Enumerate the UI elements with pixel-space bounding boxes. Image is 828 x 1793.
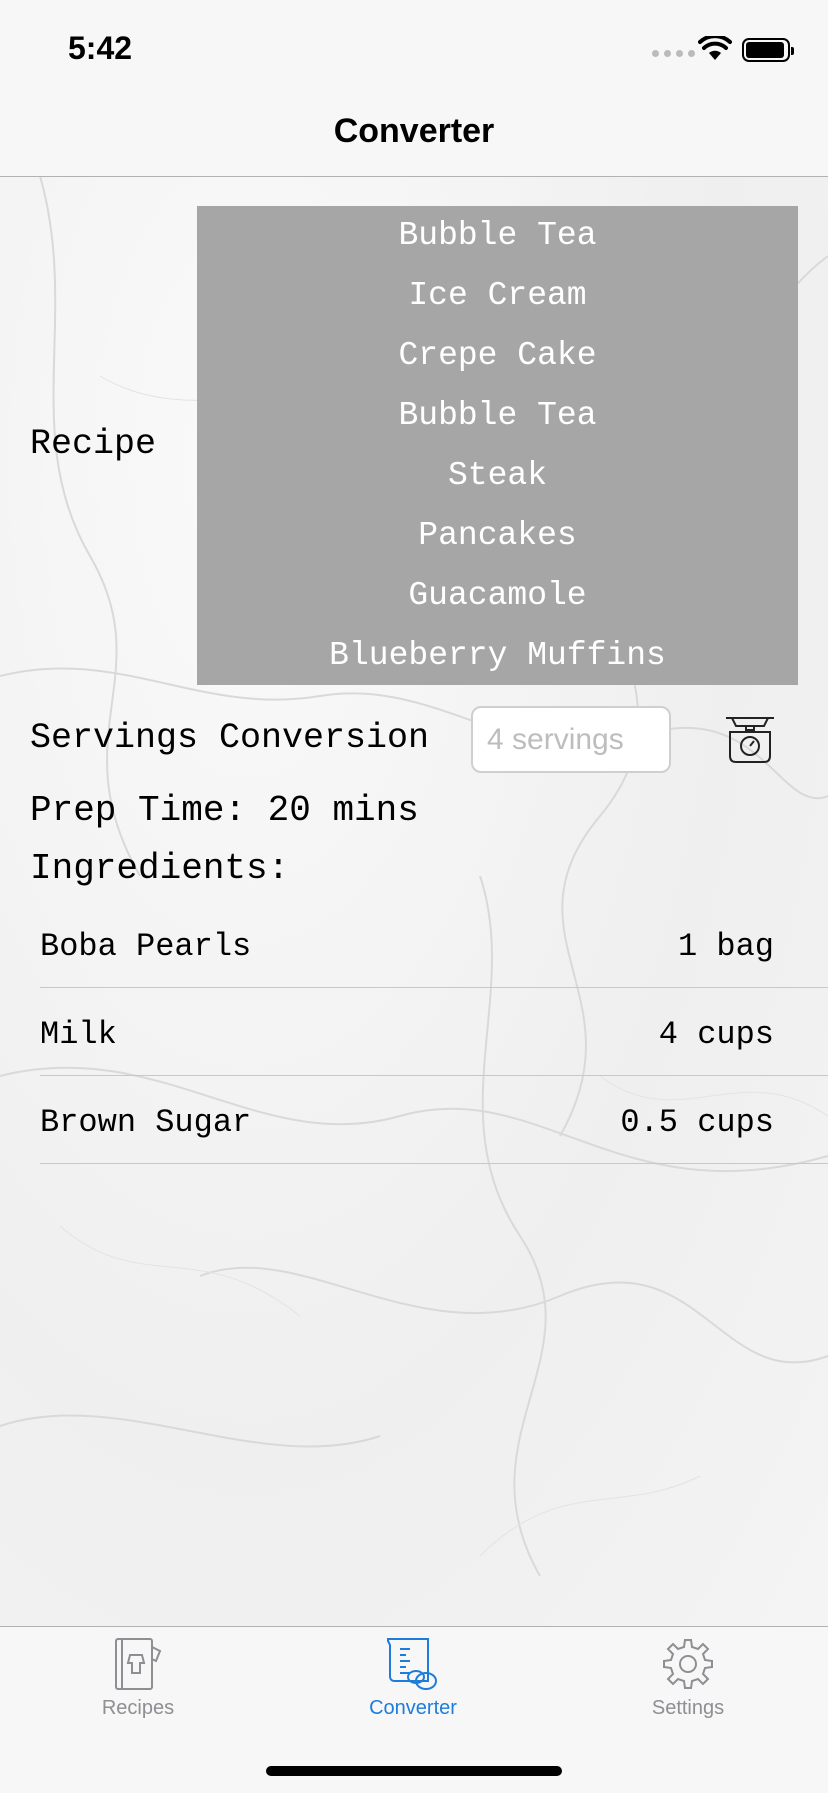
picker-item[interactable]: Guacamole (197, 566, 798, 626)
recipe-label: Recipe (30, 424, 157, 464)
ingredient-amount: 0.5 cups (620, 1104, 774, 1141)
home-indicator[interactable] (266, 1766, 562, 1776)
wifi-icon (698, 36, 732, 60)
tab-settings[interactable]: Settings (608, 1637, 768, 1720)
tab-label-converter: Converter (369, 1697, 457, 1719)
ingredient-name: Milk (40, 1016, 117, 1053)
picker-item[interactable]: Pancakes (197, 506, 798, 566)
gear-icon (663, 1639, 713, 1689)
ingredients-heading: Ingredients: (30, 848, 290, 889)
status-time: 5:42 (68, 30, 133, 66)
ingredient-name: Boba Pearls (40, 928, 252, 965)
recipe-picker[interactable]: Bubble Tea Ice Cream Crepe Cake Bubble Tea S… (197, 206, 798, 685)
ingredient-amount: 1 bag (677, 928, 774, 965)
kitchen-scale-icon[interactable] (722, 712, 778, 764)
picker-item[interactable]: Ice Cream (197, 266, 798, 326)
measuring-cup-icon (387, 1638, 437, 1690)
ingredient-row: Boba Pearls 1 bag (40, 900, 828, 988)
picker-item[interactable]: Bubble Tea (197, 386, 798, 446)
recipe-book-icon (115, 1638, 162, 1690)
ingredient-name: Brown Sugar (40, 1104, 252, 1141)
servings-input[interactable] (471, 706, 671, 773)
picker-item[interactable]: Crepe Cake (197, 326, 798, 386)
ingredient-row: Milk 4 cups (40, 988, 828, 1076)
picker-item[interactable]: Blueberry Muffins (197, 626, 798, 686)
page-title: Converter (333, 112, 495, 150)
tab-label-settings: Settings (651, 1697, 725, 1719)
picker-item[interactable]: Steak (197, 446, 798, 506)
ingredient-amount: 4 cups (658, 1016, 774, 1053)
prep-time-label: Prep Time: 20 mins (30, 790, 419, 831)
ingredients-list: Boba Pearls 1 bag Milk 4 cups Brown Sugar 0.5… (40, 900, 828, 1164)
tab-label-recipes: Recipes (101, 1697, 175, 1719)
tab-converter[interactable]: Converter (333, 1637, 493, 1720)
status-bar: 5:42 (0, 0, 828, 100)
cellular-signal-icon (652, 50, 695, 57)
battery-icon (742, 38, 794, 62)
picker-item[interactable]: Bubble Tea (197, 206, 798, 266)
navigation-bar: Converter (0, 100, 828, 177)
servings-conversion-label: Servings Conversion (30, 718, 430, 758)
tab-recipes[interactable]: Recipes (58, 1637, 218, 1720)
ingredient-row: Brown Sugar 0.5 cups (40, 1076, 828, 1164)
